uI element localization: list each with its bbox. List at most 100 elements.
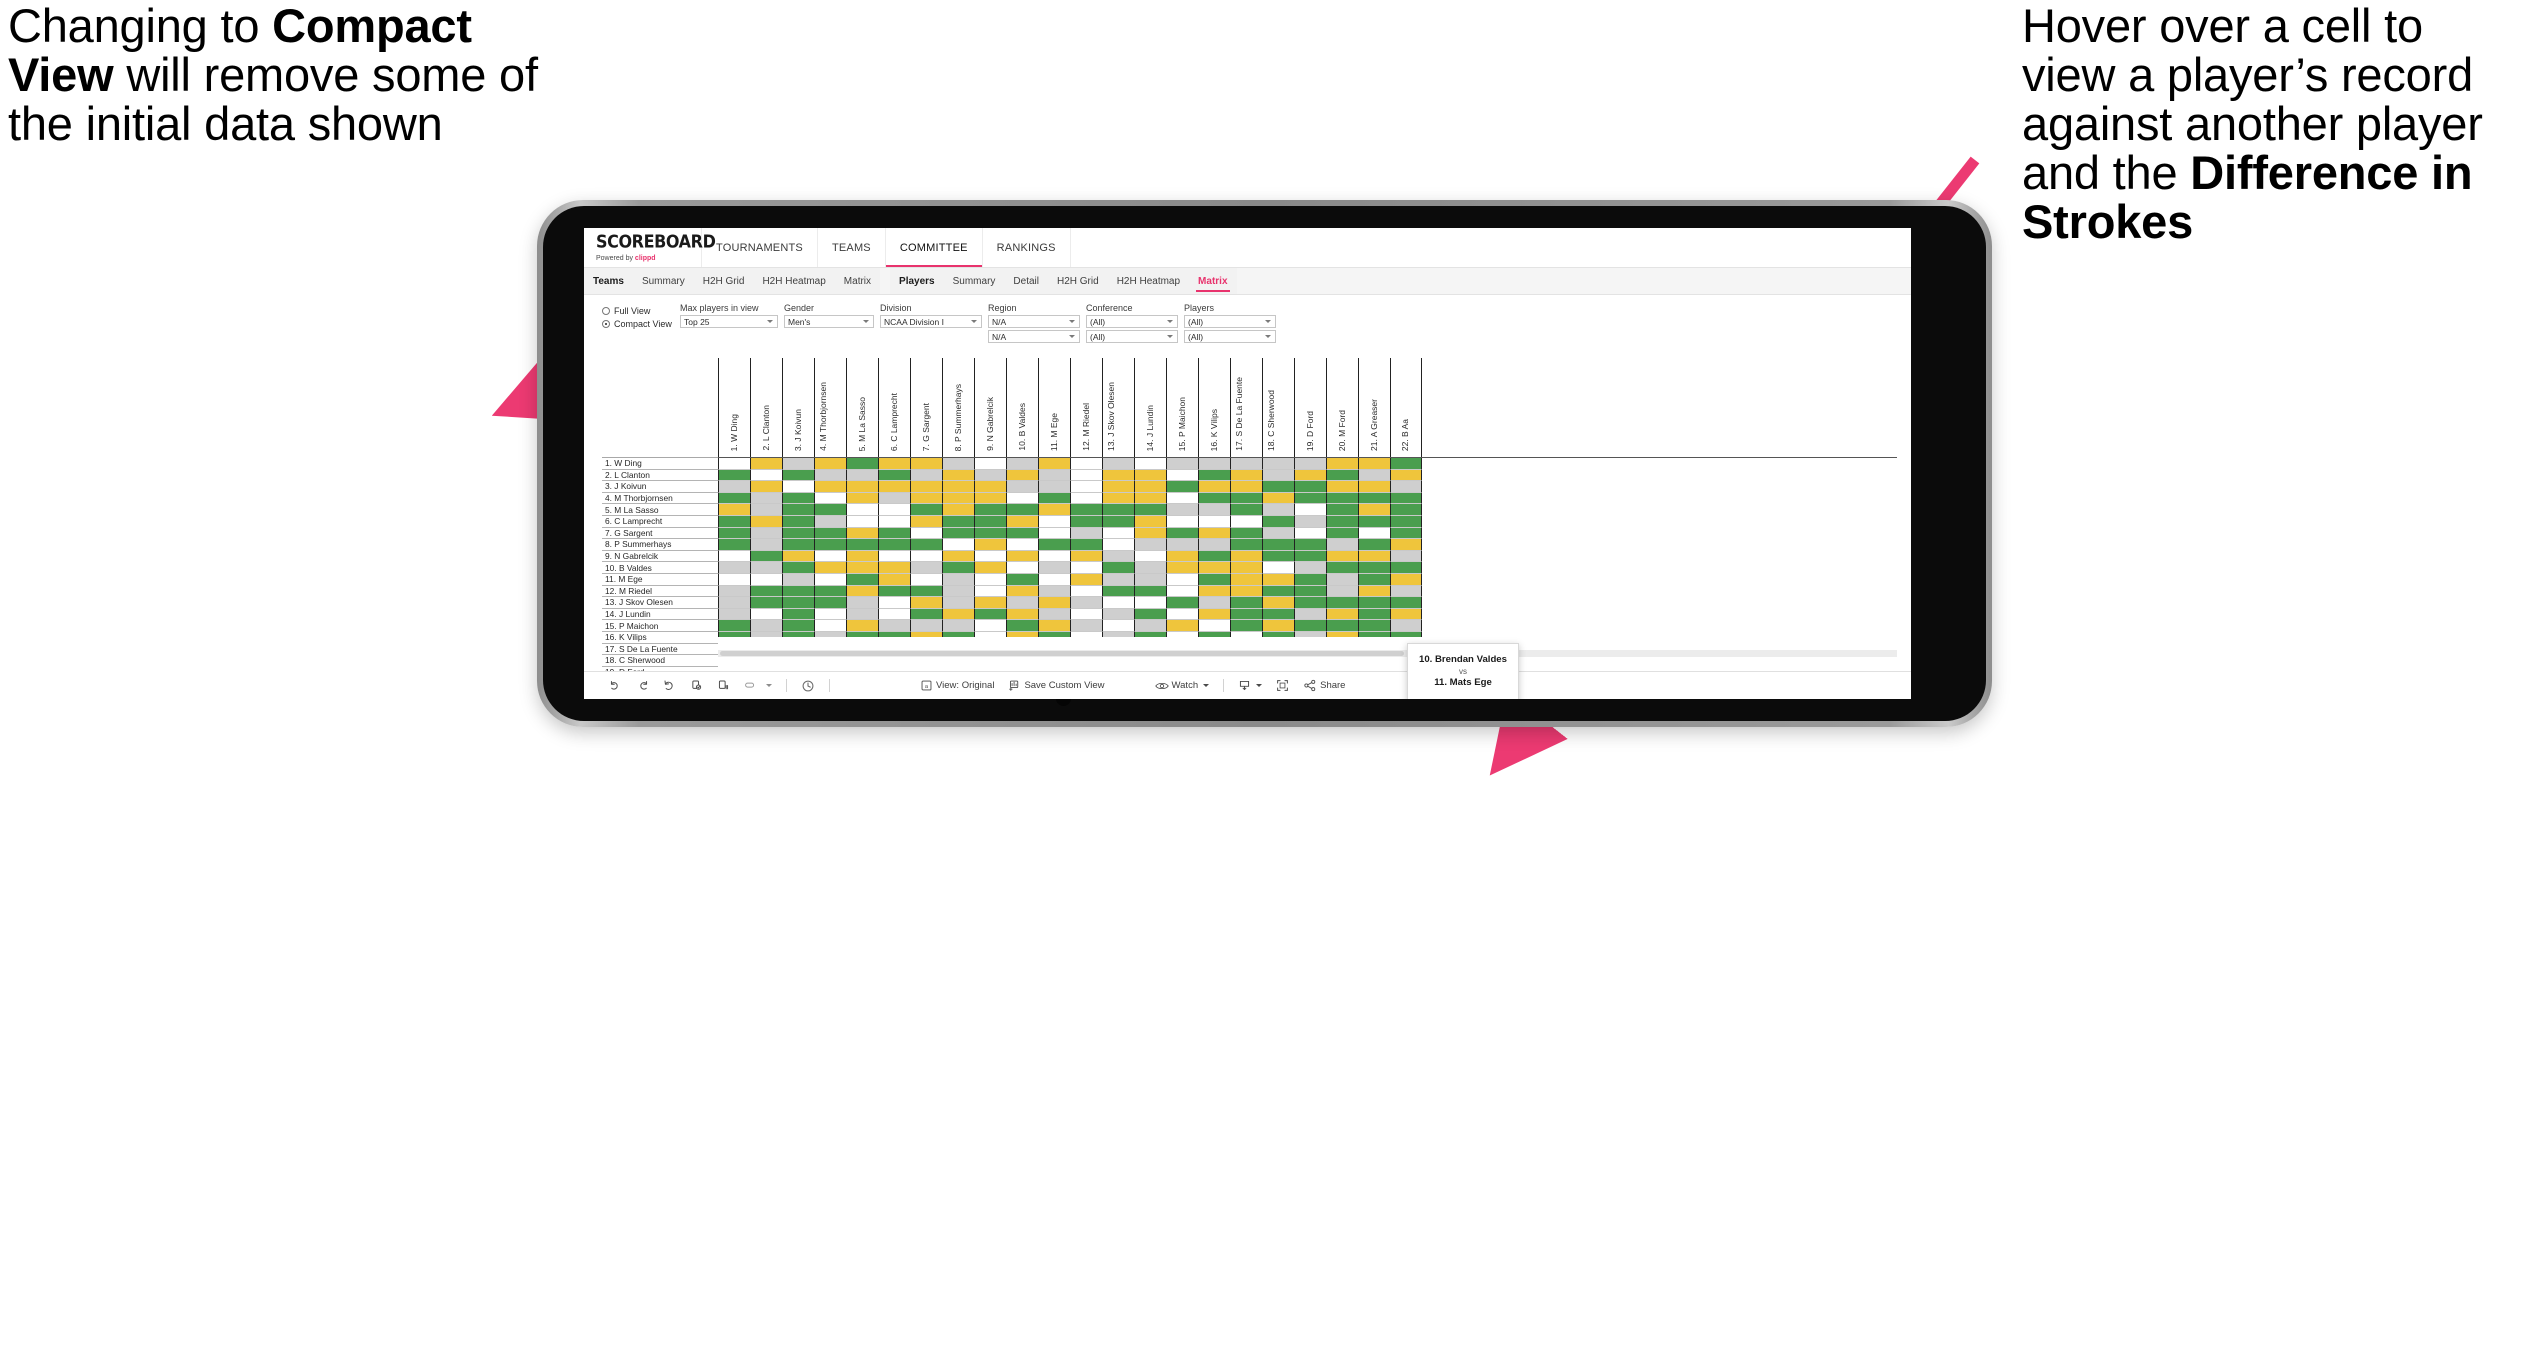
matrix-cell[interactable] (814, 504, 846, 516)
matrix-cell[interactable] (1070, 527, 1102, 540)
players-select-1[interactable]: (All) (1184, 315, 1276, 328)
matrix-cell[interactable] (974, 608, 1006, 621)
matrix-cell[interactable] (718, 458, 750, 470)
matrix-cell[interactable] (1102, 504, 1134, 516)
matrix-cell[interactable] (846, 597, 878, 609)
matrix-cell[interactable] (782, 620, 814, 632)
nav-tab-teams[interactable]: TEAMS (818, 228, 886, 267)
matrix-cell[interactable] (1390, 573, 1422, 586)
matrix-cell[interactable] (1166, 539, 1198, 551)
matrix-cell[interactable] (1294, 631, 1326, 637)
matrix-cell[interactable] (1390, 492, 1422, 505)
matrix-cell[interactable] (974, 515, 1006, 528)
matrix-cell[interactable] (1358, 585, 1390, 598)
matrix-cell[interactable] (1102, 515, 1134, 528)
matrix-cell[interactable] (878, 608, 910, 621)
matrix-cell[interactable] (878, 458, 910, 470)
matrix-cell[interactable] (1326, 608, 1358, 621)
matrix-cell[interactable] (750, 597, 782, 609)
matrix-cell[interactable] (942, 515, 974, 528)
matrix-cell[interactable] (1038, 527, 1070, 540)
matrix-cell[interactable] (1070, 504, 1102, 516)
matrix-cell[interactable] (1294, 608, 1326, 621)
matrix-cell[interactable] (1390, 608, 1422, 621)
matrix-cell[interactable] (1038, 620, 1070, 632)
matrix-cell[interactable] (974, 539, 1006, 551)
matrix-cell[interactable] (1198, 504, 1230, 516)
matrix-cell[interactable] (1230, 620, 1262, 632)
matrix-cell[interactable] (1358, 597, 1390, 609)
matrix-cell[interactable] (1070, 620, 1102, 632)
matrix-cell[interactable] (974, 481, 1006, 493)
division-select[interactable]: NCAA Division I (880, 315, 982, 328)
matrix-cell[interactable] (1230, 562, 1262, 574)
matrix-cell[interactable] (1294, 481, 1326, 493)
matrix-cell[interactable] (910, 597, 942, 609)
matrix-cell[interactable] (1198, 550, 1230, 563)
matrix-cell[interactable] (1166, 515, 1198, 528)
matrix-cell[interactable] (1230, 504, 1262, 516)
matrix-cell[interactable] (1006, 458, 1038, 470)
matrix-cell[interactable] (814, 469, 846, 482)
matrix-cell[interactable] (1326, 527, 1358, 540)
matrix-cell[interactable] (1134, 620, 1166, 632)
matrix-cell[interactable] (1102, 539, 1134, 551)
matrix-cell[interactable] (1230, 539, 1262, 551)
matrix-cell[interactable] (910, 550, 942, 563)
subnav-players-matrix[interactable]: Matrix (1189, 268, 1236, 294)
matrix-cell[interactable] (910, 458, 942, 470)
matrix-cell[interactable] (814, 631, 846, 637)
matrix-cell[interactable] (1262, 608, 1294, 621)
matrix-cell[interactable] (846, 550, 878, 563)
matrix-cell[interactable] (750, 631, 782, 637)
matrix-cell[interactable] (1038, 562, 1070, 574)
matrix-cell[interactable] (1038, 539, 1070, 551)
matrix-cell[interactable] (814, 585, 846, 598)
matrix-cell[interactable] (750, 481, 782, 493)
matrix-cell[interactable] (718, 469, 750, 482)
matrix-cell[interactable] (718, 504, 750, 516)
matrix-cell[interactable] (1070, 515, 1102, 528)
matrix-cell[interactable] (1262, 585, 1294, 598)
matrix-cell[interactable] (1198, 527, 1230, 540)
matrix-cell[interactable] (1006, 504, 1038, 516)
matrix-cell[interactable] (1134, 562, 1166, 574)
matrix-cell[interactable] (1230, 631, 1262, 637)
matrix-cell[interactable] (1166, 504, 1198, 516)
matrix-cell[interactable] (782, 631, 814, 637)
matrix-cell[interactable] (1294, 504, 1326, 516)
matrix-cell[interactable] (1006, 608, 1038, 621)
redo-button[interactable] (629, 679, 656, 692)
matrix-cell[interactable] (814, 620, 846, 632)
subnav-teams-h2h-grid[interactable]: H2H Grid (694, 268, 754, 294)
matrix-cell[interactable] (1006, 620, 1038, 632)
matrix-cell[interactable] (814, 458, 846, 470)
matrix-cell[interactable] (1166, 562, 1198, 574)
matrix-cell[interactable] (1038, 481, 1070, 493)
matrix-cell[interactable] (718, 585, 750, 598)
gender-select[interactable]: Men's (784, 315, 874, 328)
radio-full-view[interactable]: Full View (602, 304, 680, 317)
matrix-cell[interactable] (1038, 469, 1070, 482)
matrix-cell[interactable] (1102, 562, 1134, 574)
matrix-cell[interactable] (1326, 620, 1358, 632)
matrix-cell[interactable] (1390, 469, 1422, 482)
matrix-cell[interactable] (750, 458, 782, 470)
matrix-cell[interactable] (1198, 631, 1230, 637)
matrix-cell[interactable] (1326, 573, 1358, 586)
matrix-cell[interactable] (1358, 481, 1390, 493)
matrix-cell[interactable] (1326, 631, 1358, 637)
matrix-cell[interactable] (1102, 481, 1134, 493)
matrix-cell[interactable] (1294, 597, 1326, 609)
matrix-cell[interactable] (878, 631, 910, 637)
matrix-cell[interactable] (782, 515, 814, 528)
horizontal-scrollbar[interactable] (718, 650, 1897, 657)
matrix-cell[interactable] (1134, 573, 1166, 586)
matrix-cell[interactable] (846, 504, 878, 516)
matrix-cell[interactable] (1198, 620, 1230, 632)
matrix-cell[interactable] (1006, 469, 1038, 482)
matrix-cell[interactable] (910, 481, 942, 493)
matrix-cell[interactable] (1006, 562, 1038, 574)
matrix-cell[interactable] (878, 585, 910, 598)
matrix-cell[interactable] (782, 492, 814, 505)
